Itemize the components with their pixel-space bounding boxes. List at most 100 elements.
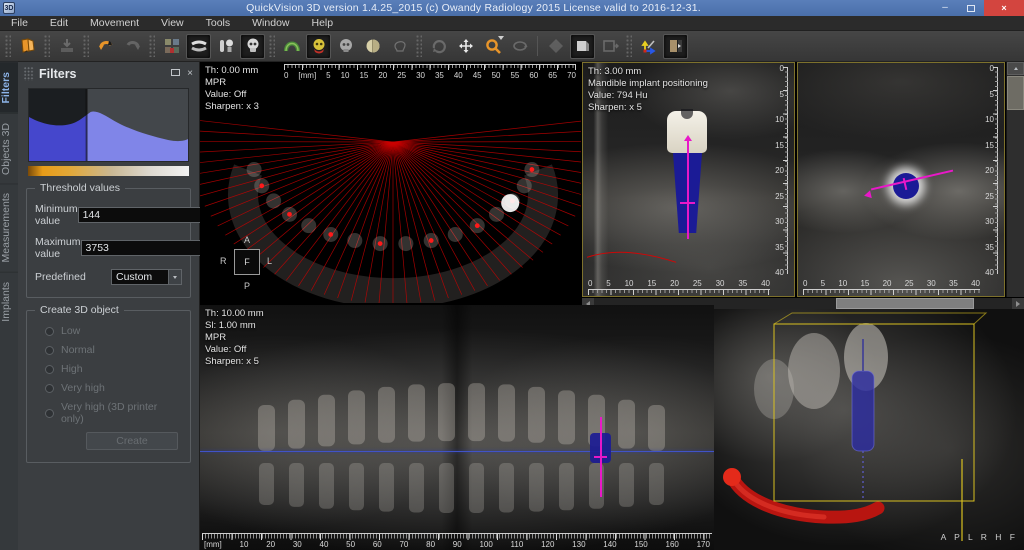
maximize-icon [967,5,975,12]
cross-section-2-viewport[interactable]: 0510152025303540 0510152025303540 [797,62,1005,297]
sphere-view-icon[interactable] [360,34,385,59]
quality-radio-option[interactable]: Very high [45,382,182,394]
slice-position-line[interactable] [200,451,714,452]
layout-report-icon[interactable] [159,34,184,59]
volume-3d-viewport[interactable]: A P L R H F [714,309,1024,550]
layout-implant-icon[interactable] [213,34,238,59]
menu-item[interactable]: Edit [39,17,79,29]
toolbar-grip [416,35,422,57]
menu-item[interactable]: Movement [79,17,150,29]
toolbar-grip [269,35,275,57]
mandible-positioning-icon[interactable] [306,34,331,59]
implant-direction-arrow [863,190,872,199]
axes-icon[interactable] [636,34,661,59]
axial-viewport[interactable]: Th: 0.00 mm MPR Value: Off Sharpen: x 3 … [200,62,581,303]
panoramic-info: Th: 10.00 mm Sl: 1.00 mm MPR Value: Off … [205,308,264,368]
axial-info: Th: 0.00 mm MPR Value: Off Sharpen: x 3 [205,65,259,113]
vertical-scroll-thumb[interactable] [1007,76,1024,110]
menu-item[interactable]: Tools [195,17,242,29]
menu-item[interactable]: File [0,17,39,29]
predefined-label: Predefined [35,271,111,283]
menu-item[interactable]: View [150,17,195,29]
float-panel-icon[interactable] [171,69,180,79]
rotate-3d-icon[interactable] [507,34,532,59]
radio-label: Very high (3D printer only) [61,401,182,425]
implant-axis-arrow [684,135,692,141]
quality-radio-option[interactable]: High [45,363,182,375]
dropdown-caret-icon[interactable] [168,270,181,284]
filters-panel-header: Filters × [18,62,199,85]
import-icon[interactable] [54,34,79,59]
toolbar-separator [537,36,538,56]
dental-arch-icon[interactable] [279,34,304,59]
window-title: QuickVision 3D version 1.4.25_2015 (c) O… [15,2,932,14]
open-project-icon[interactable] [15,34,40,59]
scroll-up-button[interactable] [1007,62,1024,75]
radio-icon [45,327,54,336]
create-button[interactable]: Create [86,432,178,450]
cross-section-info: Th: 3.00 mm Mandible implant positioning… [588,66,708,114]
toolbar-grip [149,35,155,57]
density-gradient-bar[interactable] [28,166,189,176]
vertical-scrollbar[interactable] [1006,62,1024,297]
layout-skull-icon[interactable] [240,34,265,59]
panel-grip-icon[interactable] [24,67,34,81]
tab-objects-3d[interactable]: Objects 3D [0,113,18,184]
tab-filters[interactable]: Filters [0,62,18,113]
slab-view-icon[interactable] [570,34,595,59]
minimize-button[interactable]: – [932,0,958,16]
quality-radio-option[interactable]: Very high (3D printer only) [45,401,182,425]
zoom-dropdown-caret[interactable] [498,36,504,40]
implant-axis-line [687,139,689,239]
skull-view-icon[interactable] [333,34,358,59]
threshold-group: Threshold values Minimum value Maximum v… [26,188,191,298]
side-tab-strip: Filters Objects 3D Measurements Implants [0,62,18,550]
radio-label: High [61,363,83,375]
create-3d-group: Create 3D object Low Normal H [26,310,191,463]
app-icon: 3D [3,2,15,14]
zoom-icon[interactable] [480,34,505,59]
tab-measurements[interactable]: Measurements [0,183,18,271]
toolbar-grip [44,35,50,57]
filters-panel: Filters × Threshold values Minimum value [18,62,200,550]
cross-section-viewport[interactable]: Th: 3.00 mm Mandible implant positioning… [582,62,795,297]
radio-label: Very high [61,382,105,394]
scroll-right-button[interactable] [1012,298,1024,309]
horizontal-scroll-thumb[interactable] [836,298,974,309]
panoramic-ruler: [mm]102030405060708090100110120130140150… [202,533,712,549]
quality-radio-option[interactable]: Low [45,325,182,337]
toolbar [0,31,1024,62]
radio-icon [45,409,54,418]
redo-icon[interactable] [120,34,145,59]
threshold-group-label: Threshold values [35,182,125,194]
undo-icon[interactable] [93,34,118,59]
tab-implants[interactable]: Implants [0,272,18,331]
toggle-panel-icon[interactable] [663,34,688,59]
maximize-button[interactable] [958,0,984,16]
vertical-ruler: 0510152025303540 [983,67,1003,274]
title-bar: 3D QuickVision 3D version 1.4.25_2015 (c… [0,0,1024,16]
radio-icon [45,365,54,374]
radio-label: Normal [61,344,95,356]
skull-3d-icon[interactable] [387,34,412,59]
layout-panoramic-icon[interactable] [186,34,211,59]
close-panel-icon[interactable]: × [187,69,193,79]
pan-icon[interactable] [453,34,478,59]
vertical-ruler: 0510152025303540 [773,67,793,274]
close-button[interactable]: × [984,0,1024,16]
rotate-icon[interactable] [426,34,451,59]
panel-title: Filters [39,67,164,81]
toolbar-grip [5,35,11,57]
menu-item[interactable]: Window [241,17,300,29]
panoramic-viewport[interactable]: Th: 10.00 mm Sl: 1.00 mm MPR Value: Off … [200,305,714,550]
create-3d-group-label: Create 3D object [35,304,124,316]
viewport-area: Th: 0.00 mm MPR Value: Off Sharpen: x 3 … [200,62,1024,550]
predefined-dropdown[interactable]: Custom [111,269,182,285]
clip-plane-icon[interactable] [543,34,568,59]
histogram[interactable] [28,88,189,162]
menu-bar: FileEditMovementViewToolsWindowHelp [0,16,1024,31]
quality-radio-option[interactable]: Normal [45,344,182,356]
volume-box-icon[interactable] [597,34,622,59]
minimum-value-label: Minimum value [35,203,78,227]
menu-item[interactable]: Help [301,17,345,29]
